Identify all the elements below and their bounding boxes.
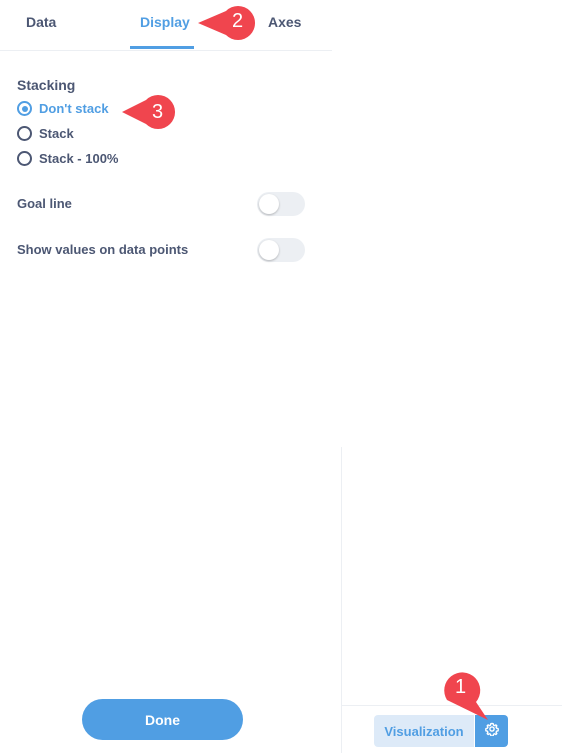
show-values-label: Show values on data points [17, 242, 189, 257]
annotation-callout-3: 3 [120, 90, 185, 130]
tab-axes[interactable]: Axes [268, 14, 301, 30]
radio-unchecked-icon [17, 151, 32, 166]
radio-stack[interactable]: Stack [17, 126, 74, 141]
radio-checked-icon [17, 101, 32, 116]
annotation-number: 2 [232, 10, 244, 32]
radio-label: Don't stack [39, 101, 109, 116]
done-button[interactable]: Done [82, 699, 243, 740]
tab-display[interactable]: Display [140, 14, 190, 30]
tab-data[interactable]: Data [26, 14, 56, 30]
gear-icon [484, 722, 499, 741]
goal-line-label: Goal line [17, 196, 72, 211]
annotation-number: 1 [455, 676, 467, 698]
annotation-callout-2: 2 [196, 2, 266, 42]
panel-divider [341, 447, 342, 753]
stacking-title: Stacking [17, 77, 76, 93]
radio-stack-100[interactable]: Stack - 100% [17, 151, 119, 166]
annotation-number: 3 [152, 101, 164, 123]
radio-label: Stack - 100% [39, 151, 119, 166]
radio-label: Stack [39, 126, 74, 141]
toggle-knob [259, 240, 279, 260]
goal-line-setting: Goal line [17, 192, 305, 216]
radio-unchecked-icon [17, 126, 32, 141]
radio-dont-stack[interactable]: Don't stack [17, 101, 109, 116]
active-tab-indicator [130, 46, 194, 49]
goal-line-toggle[interactable] [257, 192, 305, 216]
callout-marker-icon [198, 5, 256, 40]
display-tabs: Data Display Axes [0, 0, 332, 51]
show-values-setting: Show values on data points [17, 238, 305, 262]
show-values-toggle[interactable] [257, 238, 305, 262]
annotation-callout-1: 1 [438, 664, 488, 724]
toggle-knob [259, 194, 279, 214]
